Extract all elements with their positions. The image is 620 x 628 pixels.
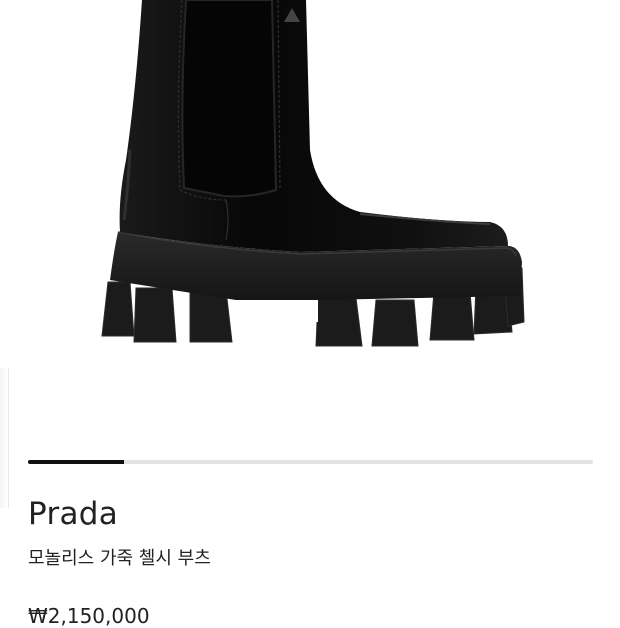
product-title: 모놀리스 가죽 첼시 부츠	[28, 548, 211, 569]
image-carousel-progress	[28, 460, 593, 464]
brand-name: Prada	[28, 496, 119, 532]
product-price: ₩2,150,000	[28, 604, 150, 628]
side-panel-edge	[0, 368, 9, 508]
chelsea-boot-image	[101, 0, 525, 347]
product-image[interactable]	[0, 0, 620, 405]
carousel-progress-fill	[28, 460, 125, 464]
